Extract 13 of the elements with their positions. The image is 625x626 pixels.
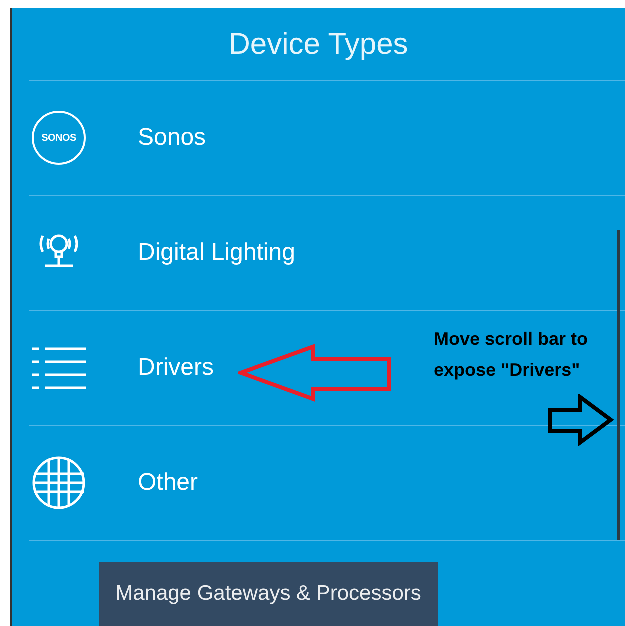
scroll-bar[interactable] [617,230,620,540]
device-type-item[interactable]: SONOS Sonos [29,80,625,195]
item-label: Drivers [138,353,214,383]
sonos-logo-icon: SONOS [32,111,86,165]
item-label: Sonos [138,123,206,153]
item-label: Digital Lighting [138,238,296,268]
item-label: Other [138,468,198,498]
manage-gateways-button[interactable]: Manage Gateways & Processors [98,562,438,626]
globe-icon [32,456,86,510]
annotation-note: Move scroll bar to expose "Drivers" [434,328,590,382]
panel-title: Device Types [228,26,408,62]
list-icon [32,346,86,390]
right-arrow-drawing [548,394,614,446]
